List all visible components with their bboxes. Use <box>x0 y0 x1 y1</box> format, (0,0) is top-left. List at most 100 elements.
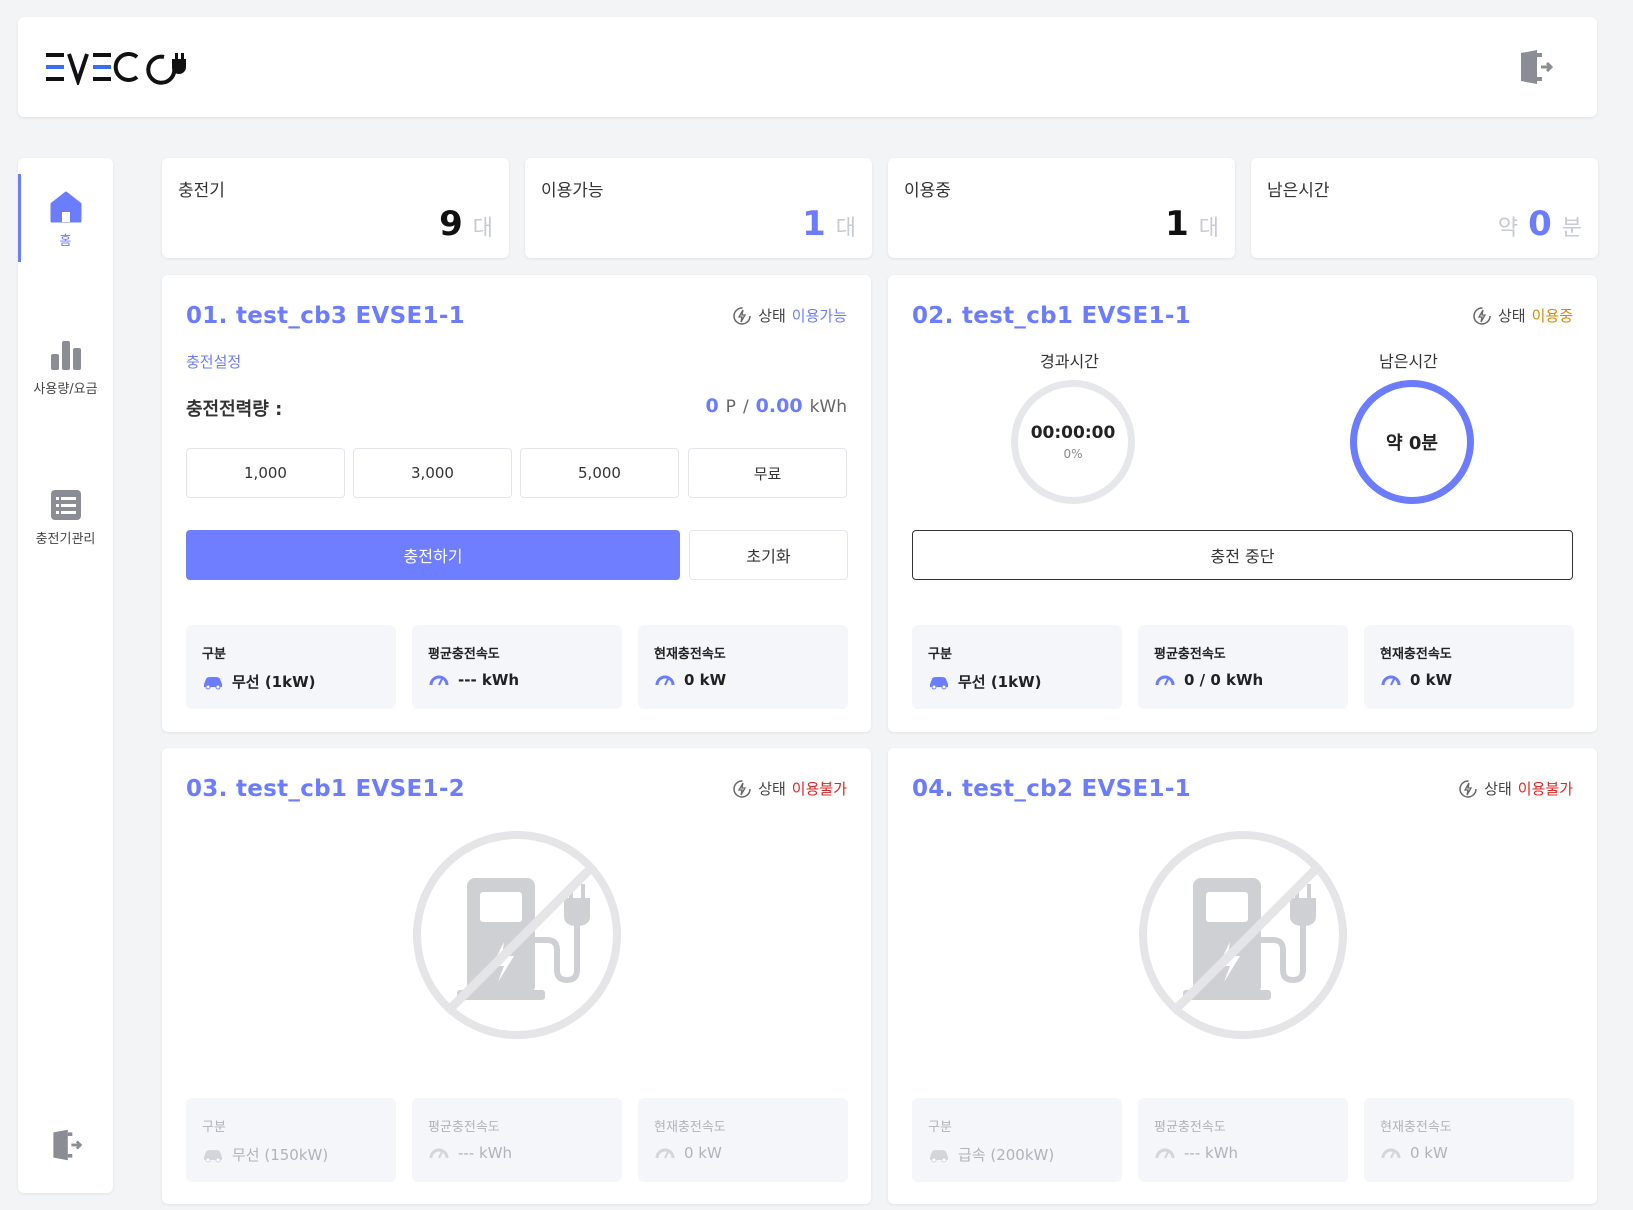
info-label: 현재충전속도 <box>654 647 726 662</box>
info-label: 평균충전속도 <box>428 1120 500 1135</box>
status-value: 이용가능 <box>791 307 847 325</box>
status-value: 이용중 <box>1531 307 1573 325</box>
charger-card-02: 02. test_cb1 EVSE1-1 상태 이용중 경과시간 00:00:0… <box>888 275 1597 732</box>
stat-value: 9 <box>439 204 463 244</box>
info-label: 평균충전속도 <box>428 647 500 662</box>
stat-unit: 분 <box>1561 216 1582 241</box>
info-label: 현재충전속도 <box>1380 1120 1452 1135</box>
logout-icon <box>1521 50 1554 84</box>
car-icon <box>204 1149 222 1162</box>
info-type: 구분 무선 (1kW) <box>912 625 1122 709</box>
amount-button-1000[interactable]: 1,000 <box>186 448 345 498</box>
info-type: 구분 무선 (150kW) <box>186 1098 396 1182</box>
stat-unit: 대 <box>835 216 856 241</box>
sidebar-item-label: 충전기관리 <box>35 532 96 547</box>
info-current-speed: 현재충전속도 0 kW <box>638 625 848 709</box>
charger-card-03: 03. test_cb1 EVSE1-2 상태 이용불가 구분 무선 (150k… <box>162 748 871 1204</box>
elapsed-time: 00:00:00 <box>1030 423 1116 443</box>
sidebar-item-home[interactable]: 홈 <box>18 174 113 262</box>
car-icon <box>204 676 222 689</box>
kwh-unit: kWh <box>809 397 847 417</box>
stat-value: 1 <box>1165 204 1189 244</box>
amount-button-5000[interactable]: 5,000 <box>520 448 679 498</box>
charger-title: 01. test_cb3 EVSE1-1 <box>186 303 465 329</box>
stat-remaining-time: 남은시간 약 0 분 <box>1251 158 1598 258</box>
logout-button[interactable] <box>1515 47 1555 87</box>
elapsed-ring: 00:00:00 0% <box>1011 380 1135 504</box>
status-label: 상태 <box>1484 780 1512 798</box>
sidebar-item-charger-management[interactable]: 충전기관리 <box>18 488 113 547</box>
stat-value: 1 <box>802 204 826 244</box>
info-value: 무선 (1kW) <box>958 673 1042 691</box>
no-charging-icon <box>413 831 621 1039</box>
list-icon <box>50 490 81 520</box>
stat-prefix: 약 <box>1497 216 1519 241</box>
remain-time: 약 0분 <box>1386 433 1438 454</box>
info-avg-speed: 평균충전속도 --- kWh <box>412 1098 622 1182</box>
sidebar-logout-button[interactable] <box>48 1127 84 1163</box>
charger-title: 02. test_cb1 EVSE1-1 <box>912 303 1191 329</box>
charger-title: 03. test_cb1 EVSE1-2 <box>186 776 465 802</box>
amount-button-free[interactable]: 무료 <box>688 448 847 498</box>
status-label: 상태 <box>758 780 786 798</box>
elapsed-percent: 0% <box>1063 447 1083 461</box>
info-label: 현재충전속도 <box>1380 647 1452 662</box>
gauge-icon <box>1155 675 1175 686</box>
gauge-icon <box>1155 1148 1175 1159</box>
info-value: --- kWh <box>1184 1144 1239 1162</box>
stat-title: 이용중 <box>904 181 951 201</box>
energy-label: 충전전력량 : <box>186 399 283 420</box>
gauge-icon <box>429 675 449 686</box>
stat-title: 이용가능 <box>541 181 604 201</box>
info-value: 무선 (150kW) <box>232 1146 329 1164</box>
info-value: 0 kW <box>684 1144 722 1162</box>
status-value: 이용불가 <box>791 780 847 798</box>
stat-title: 충전기 <box>178 181 225 201</box>
amount-button-3000[interactable]: 3,000 <box>353 448 512 498</box>
charger-status: 상태 이용불가 <box>1458 778 1573 799</box>
info-current-speed: 현재충전속도 0 kW <box>1364 625 1574 709</box>
stop-charging-button[interactable]: 충전 중단 <box>912 530 1573 580</box>
status-label: 상태 <box>758 307 786 325</box>
gauge-icon <box>1381 675 1401 686</box>
info-value: 급속 (200kW) <box>958 1146 1055 1164</box>
home-icon <box>50 191 81 223</box>
stat-value: 0 <box>1528 204 1552 244</box>
plug-bolt-icon <box>733 779 751 798</box>
status-value: 이용불가 <box>1517 780 1573 798</box>
gauge-icon <box>655 1148 675 1159</box>
charge-setting-link[interactable]: 충전설정 <box>186 351 241 372</box>
separator: / <box>742 397 749 417</box>
info-value: 0 kW <box>1410 1144 1448 1162</box>
info-value: --- kWh <box>458 1144 513 1162</box>
reset-button[interactable]: 초기화 <box>689 530 848 580</box>
points-value: 0 <box>705 395 719 417</box>
info-label: 구분 <box>202 1120 226 1135</box>
plug-bolt-icon <box>1459 779 1477 798</box>
info-current-speed: 현재충전속도 0 kW <box>638 1098 848 1182</box>
info-label: 평균충전속도 <box>1154 1120 1226 1135</box>
stat-chargers: 충전기 9 대 <box>162 158 509 258</box>
info-label: 평균충전속도 <box>1154 647 1226 662</box>
energy-value: 0 P / 0.00 kWh <box>705 395 847 417</box>
info-avg-speed: 평균충전속도 --- kWh <box>412 625 622 709</box>
sidebar-item-label: 사용량/요금 <box>33 382 98 397</box>
car-icon <box>930 1149 948 1162</box>
points-unit: P <box>725 397 736 417</box>
info-type: 구분 급속 (200kW) <box>912 1098 1122 1182</box>
info-label: 현재충전속도 <box>654 1120 726 1135</box>
info-label: 구분 <box>202 647 226 662</box>
sidebar-item-usage[interactable]: 사용량/요금 <box>18 338 113 397</box>
stat-available: 이용가능 1 대 <box>525 158 872 258</box>
top-header <box>18 17 1597 117</box>
info-value: --- kWh <box>458 671 520 689</box>
no-charging-icon <box>1139 831 1347 1039</box>
info-avg-speed: 평균충전속도 --- kWh <box>1138 1098 1348 1182</box>
start-charging-button[interactable]: 충전하기 <box>186 530 680 580</box>
eveco-logo <box>46 51 191 85</box>
stat-unit: 대 <box>472 216 493 241</box>
info-label: 구분 <box>928 647 952 662</box>
charger-title: 04. test_cb2 EVSE1-1 <box>912 776 1191 802</box>
info-current-speed: 현재충전속도 0 kW <box>1364 1098 1574 1182</box>
info-value: 0 kW <box>684 671 727 689</box>
